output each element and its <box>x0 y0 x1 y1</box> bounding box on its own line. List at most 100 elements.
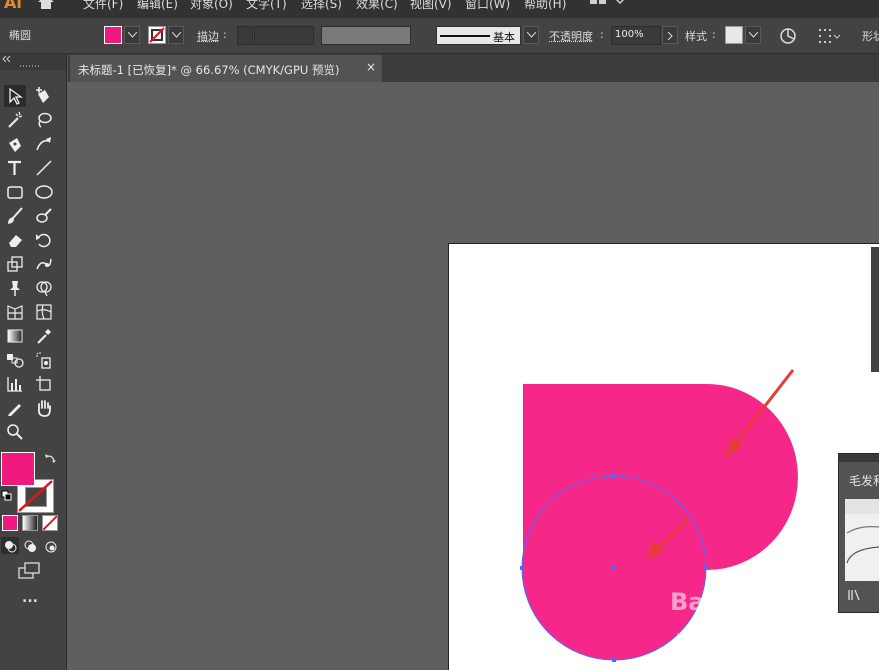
draw-normal-button[interactable] <box>1 537 19 554</box>
rectangle-icon <box>6 183 24 201</box>
swap-colors-icon[interactable] <box>44 453 56 465</box>
selection-tool[interactable] <box>4 85 26 107</box>
symbol-sprayer-tool[interactable] <box>33 349 55 371</box>
stroke-dropdown[interactable] <box>168 26 184 44</box>
default-colors-icon[interactable] <box>1 490 13 502</box>
watermark-url: jingyan.baidu.com <box>676 632 796 647</box>
rotate-tool[interactable] <box>33 229 55 251</box>
collapsed-panel-strip[interactable] <box>871 247 879 372</box>
eyedropper-tool[interactable] <box>33 325 55 347</box>
stroke-swatch[interactable] <box>148 26 166 44</box>
curvature-tool[interactable] <box>33 133 55 155</box>
blend-tool[interactable] <box>4 349 26 371</box>
document-tab[interactable]: 未标题-1 [已恢复]* @ 66.67% (CMYK/GPU 预览) × <box>70 55 382 82</box>
chevron-right-icon <box>666 32 675 40</box>
stroke-weight-stepper[interactable] <box>237 26 253 45</box>
blob-brush-icon <box>35 207 53 225</box>
blend-icon <box>6 351 24 369</box>
none-mode-button[interactable] <box>42 515 58 531</box>
style-dropdown[interactable] <box>745 26 761 44</box>
brush-dropdown[interactable] <box>523 26 539 44</box>
brush-list[interactable] <box>845 499 879 581</box>
fill-swatch[interactable] <box>104 26 122 44</box>
pin-icon <box>6 279 24 297</box>
magic-wand-tool[interactable] <box>4 109 26 131</box>
brush-preview-icon <box>845 499 879 581</box>
recolor-artwork-icon[interactable] <box>779 27 797 45</box>
brush-library-menu-icon[interactable] <box>847 589 865 601</box>
stroke-label[interactable]: 描边 <box>197 28 219 44</box>
line-tool[interactable] <box>33 157 55 179</box>
fill-dropdown[interactable] <box>124 26 140 44</box>
zoom-tool[interactable] <box>4 421 26 443</box>
brush-definition-field[interactable]: 基本 <box>436 26 521 45</box>
edit-toolbar-button[interactable]: ... <box>22 590 38 606</box>
lasso-tool[interactable] <box>33 109 55 131</box>
variable-width-profile[interactable] <box>321 26 411 45</box>
menu-effect[interactable]: 效果(C) <box>356 0 398 12</box>
align-grid-icon[interactable] <box>818 27 842 45</box>
home-icon[interactable] <box>36 0 56 10</box>
menu-bar: Ai 文件(F) 编辑(E) 对象(O) 文字(T) 选择(S) 效果(C) 视… <box>0 0 879 18</box>
draw-behind-button[interactable] <box>21 537 39 554</box>
menu-edit[interactable]: 编辑(E) <box>137 0 178 12</box>
gradient-tool[interactable] <box>4 325 26 347</box>
draw-inside-button[interactable] <box>41 537 59 554</box>
opacity-input[interactable]: 100% <box>611 26 661 45</box>
line-segment-icon <box>35 159 53 177</box>
arrow-cursor-icon <box>6 87 24 105</box>
menu-type[interactable]: 文字(T) <box>246 0 287 12</box>
workspace-switcher-icon[interactable] <box>590 0 630 10</box>
brush-library-panel[interactable]: 毛发和 <box>838 453 879 613</box>
shape-label[interactable]: 形状 <box>862 28 879 44</box>
graphic-style-swatch[interactable] <box>725 26 743 44</box>
draw-normal-icon <box>3 539 19 555</box>
toolbox-header <box>0 54 66 70</box>
panel-header[interactable] <box>839 454 879 462</box>
close-tab-icon[interactable]: × <box>366 60 376 74</box>
shape-builder-tool[interactable] <box>33 277 55 299</box>
hand-tool[interactable] <box>33 397 55 419</box>
mesh-icon <box>35 303 53 321</box>
menu-select[interactable]: 选择(S) <box>301 0 342 12</box>
style-label: 样式 <box>685 28 707 44</box>
scale-tool[interactable] <box>4 253 26 275</box>
pin-tool[interactable] <box>4 277 26 299</box>
pen-add-tool[interactable] <box>33 85 55 107</box>
gradient-icon <box>6 327 24 345</box>
knife-tool[interactable] <box>4 397 26 419</box>
menu-file[interactable]: 文件(F) <box>83 0 123 12</box>
color-mode-button[interactable] <box>2 515 18 531</box>
document-tab-bar: 未标题-1 [已恢复]* @ 66.67% (CMYK/GPU 预览) × <box>68 54 879 82</box>
collapse-icon[interactable] <box>2 56 12 62</box>
menu-window[interactable]: 窗口(W) <box>465 0 510 12</box>
stroke-weight-field[interactable] <box>254 26 314 45</box>
type-tool[interactable] <box>4 157 26 179</box>
fill-color-box[interactable] <box>1 452 35 486</box>
menu-object[interactable]: 对象(O) <box>190 0 233 12</box>
puppet-warp-tool[interactable] <box>33 253 55 275</box>
artboard-tool[interactable] <box>33 373 55 395</box>
none-slash-icon <box>43 516 57 530</box>
blob-brush-tool[interactable] <box>33 205 55 227</box>
artboard-icon <box>35 375 53 393</box>
scale-icon <box>6 255 24 273</box>
screen-mode-icon[interactable] <box>18 562 42 580</box>
menu-help[interactable]: 帮助(H) <box>524 0 566 12</box>
perspective-grid-tool[interactable] <box>4 301 26 323</box>
control-bar: 椭圆 描边 : 基本 不透明度 : 100% 样式 : 形状 <box>0 18 879 54</box>
pen-tool[interactable] <box>4 133 26 155</box>
rectangle-tool[interactable] <box>4 181 26 203</box>
eraser-tool[interactable] <box>4 229 26 251</box>
gradient-mode-button[interactable] <box>22 515 38 531</box>
menu-view[interactable]: 视图(V) <box>410 0 452 12</box>
mesh-tool[interactable] <box>33 301 55 323</box>
column-graph-tool[interactable] <box>4 373 26 395</box>
grip-icon[interactable] <box>20 65 42 68</box>
opacity-label[interactable]: 不透明度 <box>549 28 593 44</box>
paintbrush-tool[interactable] <box>4 205 26 227</box>
opacity-dropdown[interactable] <box>662 26 678 44</box>
ellipse-icon <box>35 183 53 201</box>
ellipse-tool[interactable] <box>33 181 55 203</box>
magic-wand-icon <box>6 111 24 129</box>
